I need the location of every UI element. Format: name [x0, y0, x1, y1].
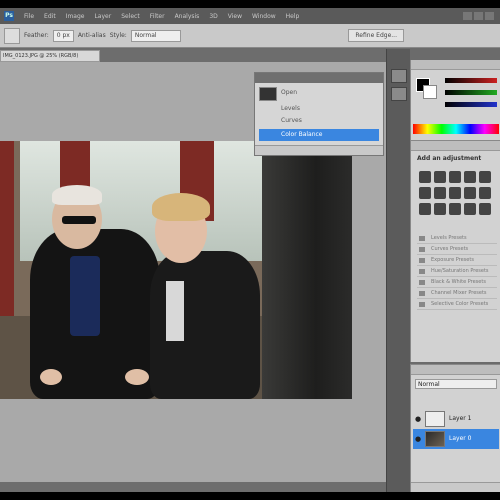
history-state-selected[interactable]: Color Balance	[259, 129, 379, 141]
history-state[interactable]: Levels	[259, 103, 379, 115]
adjustments-title: Add an adjustment	[417, 155, 482, 162]
posterize-icon[interactable]	[434, 203, 446, 215]
options-bar: Feather: 0 px Anti-alias Style: Normal R…	[0, 24, 500, 48]
adjustment-icons-grid	[419, 171, 499, 215]
refine-edge-button[interactable]: Refine Edge...	[348, 29, 404, 42]
blend-mode-select[interactable]: Normal	[415, 379, 497, 389]
green-slider[interactable]	[445, 90, 497, 95]
history-panel-header[interactable]	[255, 73, 383, 83]
gradient-map-icon[interactable]	[464, 203, 476, 215]
invert-icon[interactable]	[419, 203, 431, 215]
color-spectrum-bar[interactable]	[413, 124, 499, 134]
style-select[interactable]: Normal	[130, 29, 181, 42]
layer-row-selected[interactable]: ● Layer 0	[413, 429, 499, 449]
preset-item[interactable]: Channel Mixer Presets	[417, 288, 497, 299]
photoshop-window: Ps File Edit Image Layer Select Filter A…	[0, 8, 500, 492]
color-balance-icon[interactable]	[434, 187, 446, 199]
marquee-tool-icon[interactable]	[4, 27, 20, 44]
close-button[interactable]	[485, 12, 494, 20]
photoshop-logo-icon: Ps	[4, 11, 14, 21]
minimize-button[interactable]	[463, 12, 472, 20]
layer-thumbnail	[425, 411, 445, 427]
man-hair	[52, 185, 102, 205]
vibrance-icon[interactable]	[479, 171, 491, 183]
history-state[interactable]: Open	[259, 87, 379, 99]
woman-hair	[152, 193, 210, 221]
man-shirt	[70, 256, 100, 336]
layer-thumbnail	[425, 431, 445, 447]
window-controls	[463, 12, 494, 20]
adjustment-presets-list: Levels Presets Curves Presets Exposure P…	[417, 233, 497, 310]
color-panel-tabs[interactable]	[411, 60, 500, 70]
document-tab[interactable]: IMG_0123.JPG @ 25% (RGB/8)	[0, 50, 100, 62]
menu-help[interactable]: Help	[282, 13, 304, 20]
preset-item[interactable]: Selective Color Presets	[417, 299, 497, 310]
layer-name: Layer 1	[449, 415, 472, 422]
blue-slider[interactable]	[445, 102, 497, 107]
background-color-swatch[interactable]	[423, 85, 437, 99]
maximize-button[interactable]	[474, 12, 483, 20]
menu-3d[interactable]: 3D	[205, 13, 221, 20]
panel-icon[interactable]	[391, 87, 407, 101]
brightness-icon[interactable]	[419, 171, 431, 183]
panel-collapse-icon[interactable]	[391, 69, 407, 83]
feather-input[interactable]: 0 px	[52, 29, 74, 42]
woman-hand	[125, 369, 149, 385]
menu-window[interactable]: Window	[248, 13, 280, 20]
exposure-icon[interactable]	[464, 171, 476, 183]
layer-row[interactable]: ● Layer 1	[413, 409, 499, 429]
anti-alias-checkbox[interactable]: Anti-alias	[78, 32, 106, 39]
photo-canvas[interactable]	[0, 141, 352, 399]
preset-item[interactable]: Black & White Presets	[417, 277, 497, 288]
threshold-icon[interactable]	[449, 203, 461, 215]
menu-edit[interactable]: Edit	[40, 13, 60, 20]
history-panel: Open Levels Curves Color Balance	[254, 72, 384, 156]
menu-layer[interactable]: Layer	[90, 13, 115, 20]
menu-select[interactable]: Select	[117, 13, 144, 20]
curves-icon[interactable]	[449, 171, 461, 183]
man-sunglasses	[62, 216, 96, 224]
menu-file[interactable]: File	[20, 13, 38, 20]
photo-filter-icon[interactable]	[464, 187, 476, 199]
eye-icon[interactable]: ●	[415, 435, 421, 443]
eye-icon[interactable]: ●	[415, 415, 421, 423]
preset-item[interactable]: Curves Presets	[417, 244, 497, 255]
style-label: Style:	[109, 32, 127, 39]
selective-color-icon[interactable]	[479, 203, 491, 215]
layers-panel-footer	[411, 482, 500, 492]
video-letterbox-bottom	[0, 492, 500, 500]
preset-item[interactable]: Levels Presets	[417, 233, 497, 244]
blend-mode-value: Normal	[418, 381, 440, 388]
preset-item[interactable]: Exposure Presets	[417, 255, 497, 266]
preset-item[interactable]: Hue/Saturation Presets	[417, 266, 497, 277]
black-white-icon[interactable]	[449, 187, 461, 199]
color-panel	[410, 60, 500, 140]
adjustments-panel-tabs[interactable]	[411, 141, 500, 151]
feather-label: Feather:	[24, 32, 49, 39]
collapsed-panel-dock	[386, 49, 410, 492]
menu-view[interactable]: View	[224, 13, 246, 20]
levels-icon[interactable]	[434, 171, 446, 183]
menu-image[interactable]: Image	[62, 13, 89, 20]
layers-panel-tabs[interactable]	[411, 365, 500, 375]
layers-panel: Normal ● Layer 1 ● Layer 0	[410, 364, 500, 492]
hue-saturation-icon[interactable]	[419, 187, 431, 199]
history-state[interactable]: Curves	[259, 115, 379, 127]
man-hand	[40, 369, 62, 385]
channel-mixer-icon[interactable]	[479, 187, 491, 199]
adjustments-panel: Add an adjustment Levels Presets Curves …	[410, 140, 500, 362]
menu-filter[interactable]: Filter	[146, 13, 169, 20]
menu-analysis[interactable]: Analysis	[171, 13, 204, 20]
history-panel-footer	[255, 145, 383, 155]
menu-bar: Ps File Edit Image Layer Select Filter A…	[0, 8, 500, 24]
layer-name: Layer 0	[449, 435, 472, 442]
stone-pillar	[262, 141, 352, 399]
woman-scarf	[166, 281, 184, 341]
red-slider[interactable]	[445, 78, 497, 83]
